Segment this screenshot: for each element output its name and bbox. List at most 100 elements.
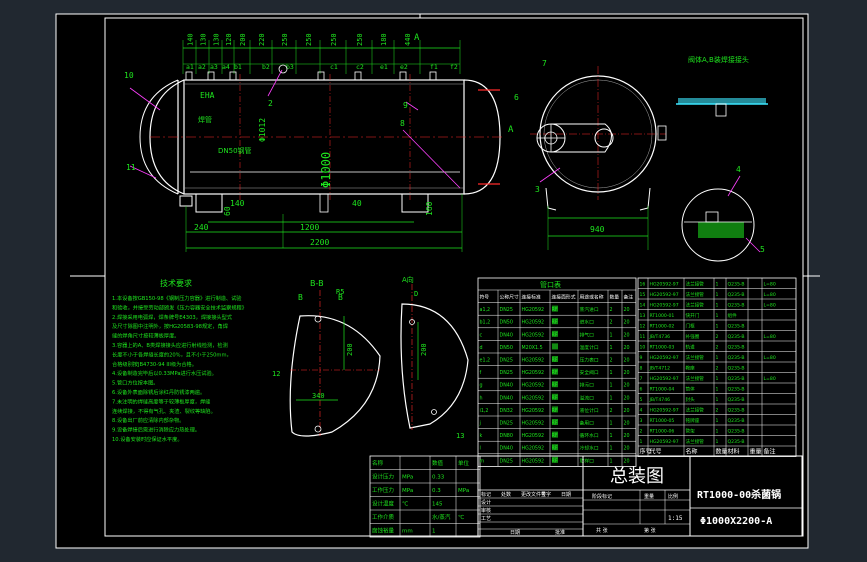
- bom-cell: 管架: [686, 428, 696, 435]
- tech-line: 合格级别按JB4730-94 III级为合格。: [112, 360, 197, 368]
- top-dim-value: 200: [239, 33, 247, 46]
- spec-cell: MPa: [402, 488, 413, 494]
- nozzle-cell: 液位计口: [580, 407, 599, 414]
- nozzle-cell: DN25: [500, 458, 513, 464]
- balloon-9: 9: [403, 101, 408, 110]
- nozzle-cell: 溢流口: [580, 394, 595, 401]
- tb-process: 工艺: [481, 516, 491, 522]
- tech-line: 长度不小于各焊缝长度的20%，且不小于250mm，: [112, 350, 232, 358]
- spec-cell: 工作压力: [372, 486, 394, 494]
- bom-cell: 代号: [650, 448, 662, 456]
- nozzle-mark: c1: [330, 63, 338, 71]
- bom-cell: 数量: [716, 448, 728, 456]
- bom-cell: Q235-B: [728, 429, 745, 435]
- nozzle-cell: 备注: [624, 294, 634, 301]
- bom-cell: HG20592-97: [650, 355, 679, 361]
- bom-cell: 1: [716, 292, 719, 298]
- balloon-5: 5: [760, 245, 765, 254]
- nozzle-cell: 数量: [610, 294, 620, 301]
- nozzle-cell: 1: [610, 433, 613, 439]
- nozzle-cell: DN25: [500, 358, 513, 364]
- bom-cell: Q235-B: [728, 418, 745, 424]
- nozzle-cell: e1,2: [480, 358, 491, 364]
- nozzle-mark: f1: [430, 63, 438, 71]
- bom-cell: 门框: [686, 323, 696, 330]
- view-label-a-top: A: [414, 33, 420, 43]
- view-label-b2: B: [338, 293, 343, 302]
- bom-cell: Q235-B: [728, 282, 745, 288]
- nozzle-cell: 用途或名称: [580, 294, 604, 301]
- section-bb-title: B-B: [310, 279, 324, 288]
- bom-cell: 2: [716, 366, 719, 372]
- bom-cell: Q235-B: [728, 366, 745, 372]
- nozzle-cell: 2: [610, 307, 613, 313]
- nozzle-cell: 20: [624, 421, 630, 427]
- nozzle-cell: 20: [624, 370, 630, 376]
- nozzle-flange-marker: [552, 419, 558, 425]
- bom-cell: 2: [716, 334, 719, 340]
- bom-cell: Q235-B: [728, 324, 745, 330]
- nozzle-cell: k: [480, 433, 483, 439]
- tech-line: 和验收，并接受劳动部颁发《压力容器安全技术监察规程》: [112, 303, 247, 311]
- bom-cell: 补强圈: [686, 333, 700, 340]
- nozzle-cell: 1: [610, 458, 613, 464]
- nozzle-cell: 温度计口: [580, 344, 599, 351]
- balloon-11: 11: [126, 163, 136, 172]
- spec-cell: ℃: [402, 501, 408, 508]
- nozzle-cell: HG20592: [522, 395, 545, 401]
- tb-label: 处数: [501, 491, 511, 498]
- bom-cell: RT1000-01: [650, 313, 675, 319]
- nozzle-cell: 1: [610, 345, 613, 351]
- tech-line: 9.设备焊接后需进行消除应力热处理。: [112, 426, 200, 434]
- nozzle-cell: 20: [624, 458, 630, 464]
- bom-cell: JB/T4712: [649, 366, 671, 372]
- spec-cell: 设计压力: [372, 473, 394, 481]
- nozzle-table-title: 管口表: [540, 280, 561, 289]
- bom-cell: 1: [640, 439, 643, 445]
- nozzle-cell: 1: [610, 446, 613, 452]
- nozzle-cell: HG20592: [522, 433, 545, 439]
- tech-line: 10.设备安装时应保证水平度。: [112, 435, 183, 443]
- spec-cell: 工作介质: [372, 513, 395, 521]
- nozzle-mark: a1: [186, 63, 194, 71]
- bom-cell: RT1000-04: [650, 387, 675, 393]
- nozzle-cell: 20: [624, 332, 630, 338]
- nozzle-cell: 排气口: [580, 331, 595, 338]
- top-dim-value: 180: [380, 33, 388, 46]
- bom-cell: JB/T4736: [649, 334, 671, 340]
- bom-cell: 材料: [728, 448, 740, 456]
- dim-span: 1200: [300, 223, 319, 232]
- bom-cell: L=80: [764, 292, 776, 298]
- nozzle-cell: DN50: [500, 345, 513, 351]
- bom-cell: 7: [640, 376, 643, 382]
- tech-line: 8.设备出厂前应清除内部杂物。: [112, 416, 184, 424]
- balloon-8: 8: [400, 119, 405, 128]
- top-dim-value: 250: [330, 33, 338, 46]
- dim-bottom-2: 60: [223, 206, 232, 216]
- nozzle-cell: 20: [624, 358, 630, 364]
- nozzle-cell: m: [480, 459, 485, 464]
- tech-line: 2.焊接采用电弧焊，焊条牌号E4303，焊接接头型式: [112, 313, 233, 321]
- nozzle-mark: e1: [380, 63, 388, 71]
- nozzle-flange-marker: [552, 356, 558, 362]
- balloon-13: 13: [456, 432, 464, 440]
- bom-cell: 筒体: [686, 386, 696, 393]
- balloon-7: 7: [542, 59, 547, 68]
- nozzle-cell: j: [479, 421, 481, 427]
- bom-cell: 2: [716, 345, 719, 351]
- nozzle-cell: M20X1.5: [522, 345, 543, 351]
- tb-design: 设计: [481, 499, 491, 506]
- product-name: RT1000-00杀菌锅: [697, 488, 781, 501]
- nozzle-cell: c: [480, 333, 483, 338]
- nozzle-mark: e2: [400, 63, 408, 71]
- nozzle-cell: 20: [624, 320, 630, 326]
- nozzle-cell: HG20592: [522, 446, 545, 452]
- nozzle-flange-marker: [552, 431, 558, 438]
- tb-check: 审核: [481, 507, 491, 514]
- bom-cell: Q235-B: [728, 355, 745, 361]
- nozzle-mark: f2: [450, 63, 458, 71]
- tech-line: 连续焊接，不得有气孔、夹渣、裂纹等缺陷。: [112, 407, 216, 415]
- nozzle-cell: DN25: [500, 421, 513, 427]
- bom-cell: 法兰接管: [686, 407, 705, 414]
- bom-cell: 1: [716, 303, 719, 309]
